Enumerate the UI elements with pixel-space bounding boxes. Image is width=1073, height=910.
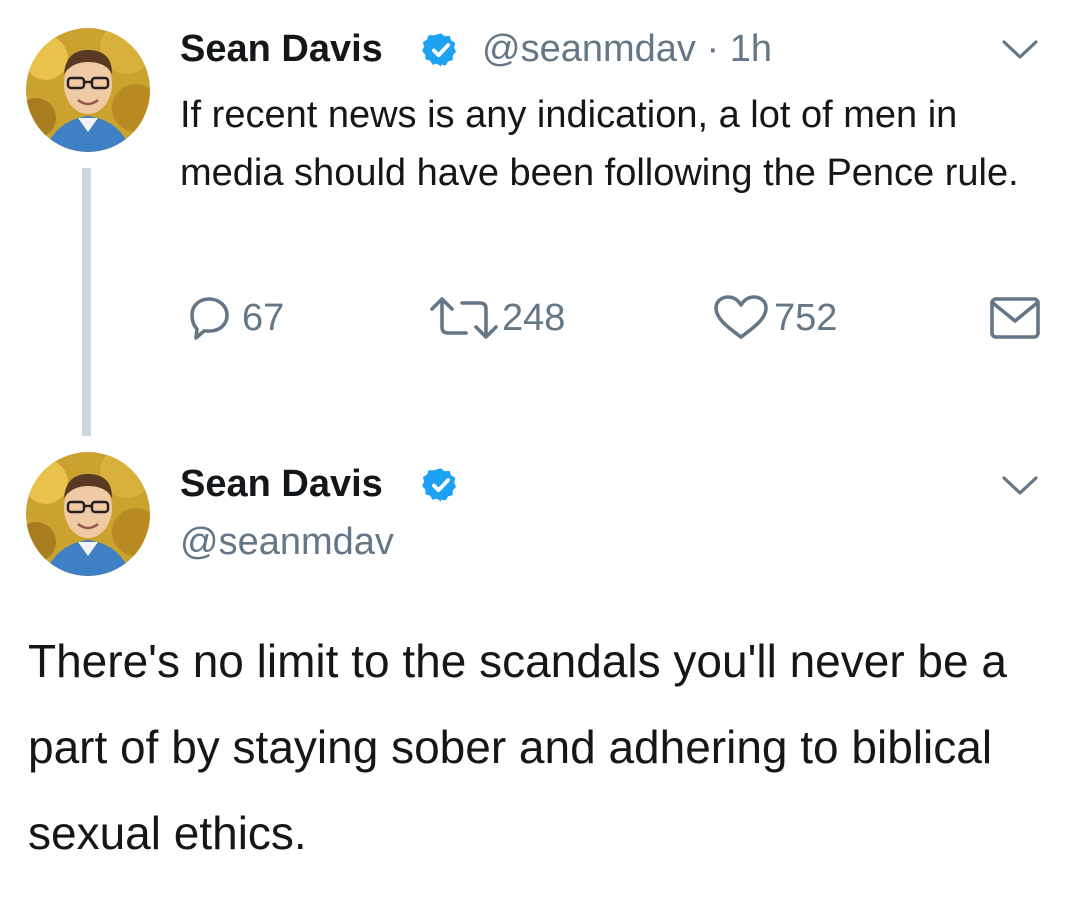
tweet-timestamp[interactable]: 1h [730,28,772,70]
reply-count: 67 [242,297,285,339]
retweet-icon [430,297,498,339]
verified-badge-icon [422,33,457,67]
reply-button[interactable]: 67 [184,290,284,346]
author-handle[interactable]: @seanmdav [180,520,394,564]
direct-message-button[interactable] [988,290,1042,346]
retweet-button[interactable]: 248 [428,290,565,346]
retweet-count: 248 [502,297,566,339]
like-button[interactable]: 752 [712,290,837,346]
chevron-down-icon[interactable] [1000,474,1040,498]
thread-connector-line [82,168,91,436]
meta-separator: · [706,28,720,70]
reply-icon [190,297,229,340]
avatar[interactable] [26,28,150,152]
chevron-down-icon[interactable] [1000,38,1040,62]
envelope-icon [990,297,1040,339]
handle-text: @seanmdav [482,28,696,70]
like-count: 752 [774,297,838,339]
verified-badge-icon [422,468,457,502]
heart-icon [714,295,768,339]
author-handle[interactable]: @seanmdav · 1h [482,27,772,71]
author-name[interactable]: Sean Davis [180,462,383,506]
tweet-text: There's no limit to the scandals you'll … [28,635,1007,859]
author-name[interactable]: Sean Davis [180,27,383,71]
avatar[interactable] [26,452,150,576]
tweet-text: If recent news is any indication, a lot … [180,94,1019,194]
